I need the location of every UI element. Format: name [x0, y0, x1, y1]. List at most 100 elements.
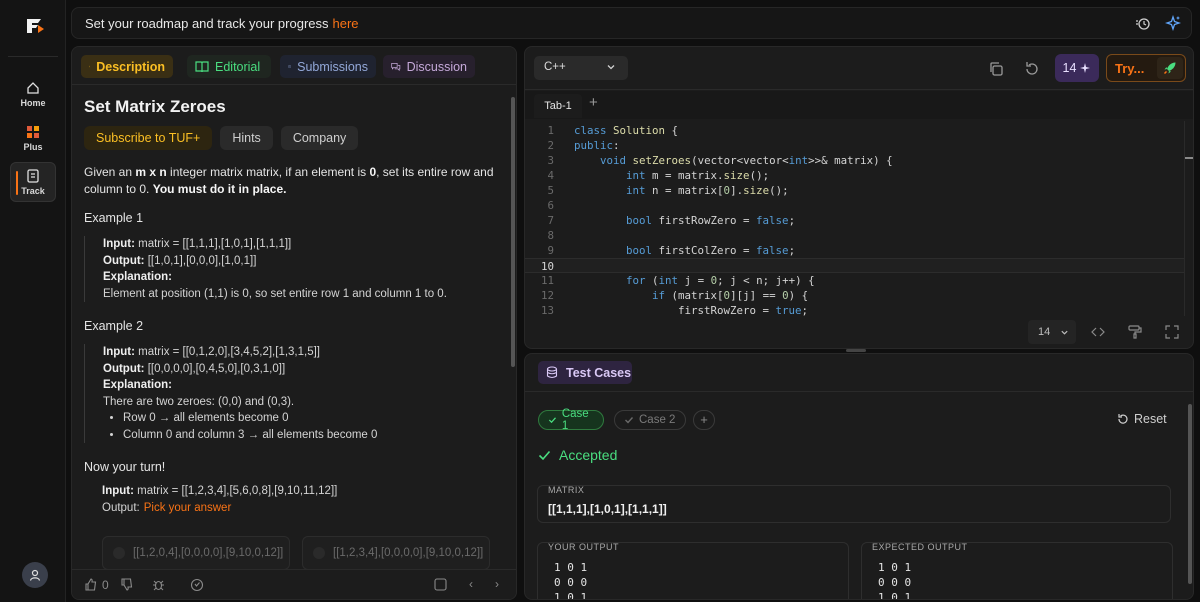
radio-icon	[113, 547, 125, 559]
nav-label-plus: Plus	[23, 141, 43, 152]
run-button[interactable]	[1157, 57, 1183, 79]
example-1-heading: Example 1	[84, 211, 144, 225]
try-button[interactable]: Try...	[1106, 54, 1186, 82]
ai-credits-badge[interactable]: 14	[1055, 54, 1099, 82]
problem-footer: 0 ‹ ›	[72, 569, 516, 599]
add-tab-icon[interactable]: +	[589, 94, 598, 111]
bug-icon[interactable]	[152, 578, 165, 591]
scrollbar[interactable]	[1188, 404, 1192, 584]
nav-rail: Home Plus Track	[0, 0, 66, 602]
ai-sparkle-icon[interactable]	[1165, 15, 1181, 31]
rail-divider	[8, 56, 58, 57]
list-item: Row 0 → all elements become 0	[123, 410, 499, 427]
document-icon	[89, 65, 91, 68]
file-tab[interactable]: Tab-1	[534, 94, 582, 118]
code-area[interactable]: 1 class Solution { 2 public: 3 void setZer…	[525, 121, 1185, 317]
list-item: Column 0 and column 3 → all elements bec…	[123, 427, 499, 444]
add-case-button[interactable]: +	[693, 410, 715, 430]
reset-code-icon[interactable]	[1024, 61, 1040, 77]
code-line: 9 bool firstColZero = false;	[547, 244, 796, 257]
banner-link[interactable]: here	[333, 16, 359, 31]
answer-option[interactable]: [[1,2,3,4],[0,0,0,0],[9,10,0,12]]	[302, 536, 490, 570]
prev-icon[interactable]: ‹	[469, 577, 473, 591]
code-line: 7 bool firstRowZero = false;	[547, 214, 796, 227]
nav-item-track[interactable]: Track	[10, 162, 56, 202]
user-icon	[29, 569, 41, 581]
plus-tiles-icon	[27, 125, 39, 138]
code-line: 12 if (matrix[0][j] == 0) {	[540, 289, 809, 302]
your-output-box: YOUR OUTPUT 1 0 1 0 0 0 1 0 1	[537, 542, 849, 599]
reset-icon	[1118, 414, 1128, 424]
reaction-icon[interactable]	[190, 578, 204, 592]
code-line: 8	[547, 229, 554, 242]
editor-scrollbar[interactable]	[1184, 121, 1193, 316]
chat-icon	[391, 63, 401, 72]
nav-item-home[interactable]: Home	[10, 74, 56, 114]
next-icon[interactable]: ›	[495, 577, 499, 591]
problem-chips: Subscribe to TUF+ Hints Company	[84, 126, 499, 150]
checkbox-icon[interactable]	[434, 578, 447, 591]
format-paint-icon[interactable]	[1128, 325, 1142, 339]
case-1-tab[interactable]: Case 1	[538, 408, 604, 432]
your-turn-heading: Now your turn!	[84, 460, 166, 474]
code-brackets-icon[interactable]	[1091, 325, 1105, 339]
vertical-resizer[interactable]	[846, 349, 866, 352]
your-output-label: YOUR OUTPUT	[548, 542, 620, 552]
result-status: Accepted	[538, 447, 617, 463]
subscribe-button[interactable]: Subscribe to TUF+	[84, 126, 213, 150]
thumbs-up-icon[interactable]	[84, 578, 97, 591]
tab-test-cases[interactable]: Test Cases	[538, 361, 632, 384]
panel-resizer[interactable]	[518, 46, 522, 600]
user-avatar[interactable]	[22, 562, 48, 588]
code-editor-panel: C++ 14 Try... Tab-1 + 1 class Solution { …	[524, 46, 1194, 349]
code-line: 2 public:	[547, 139, 620, 152]
font-size-select[interactable]: 14	[1028, 320, 1076, 344]
example-1: Input: matrix = [[1,1,1],[1,0,1],[1,1,1]…	[84, 236, 499, 302]
nav-label-home: Home	[20, 97, 46, 108]
rocket-icon	[1163, 62, 1176, 75]
tab-description[interactable]: Description	[81, 55, 173, 78]
banner-message: Set your roadmap and track your progress…	[85, 16, 359, 31]
timer-icon[interactable]	[1135, 15, 1151, 31]
test-panel-header: Test Cases	[525, 354, 1193, 392]
matrix-input-box: MATRIX [[1,1,1],[1,0,1],[1,1,1]]	[537, 485, 1171, 523]
logo-icon[interactable]	[24, 15, 46, 37]
sparkle-icon	[1080, 63, 1091, 73]
case-2-tab[interactable]: Case 2	[614, 410, 686, 430]
answer-option[interactable]: [[1,2,0,4],[0,0,0,0],[9,10,0,12]]	[102, 536, 290, 570]
fullscreen-icon[interactable]	[1165, 325, 1179, 339]
check-icon	[548, 417, 556, 424]
book-icon	[195, 61, 209, 73]
example-2: Input: matrix = [[0,1,2,0],[3,4,5,2],[1,…	[84, 344, 499, 443]
problem-content: Set Matrix Zeroes Subscribe to TUF+ Hint…	[84, 97, 499, 516]
chevron-down-icon	[607, 65, 615, 70]
hints-button[interactable]: Hints	[220, 126, 273, 150]
likes-count: 0	[102, 578, 109, 592]
current-code-line: 10	[525, 258, 1185, 273]
active-indicator	[16, 171, 18, 195]
track-icon	[27, 168, 39, 183]
language-select[interactable]: C++	[534, 56, 628, 80]
tab-editorial[interactable]: Editorial	[187, 55, 271, 78]
scrollbar[interactable]	[511, 97, 515, 367]
nav-item-plus[interactable]: Plus	[10, 118, 56, 158]
expected-output-box: EXPECTED OUTPUT 1 0 1 0 0 0 1 0 1	[861, 542, 1173, 599]
copy-icon[interactable]	[988, 61, 1004, 77]
editor-toolbar: C++ 14 Try...	[525, 47, 1193, 90]
problem-statement: Given an m x n integer matrix matrix, if…	[84, 165, 494, 196]
problem-tabs: Description Editorial Submissions Discus…	[72, 47, 516, 85]
answer-options: [[1,2,0,4],[0,0,0,0],[9,10,0,12]] [[1,2,…	[102, 536, 502, 572]
expected-output-label: EXPECTED OUTPUT	[872, 542, 968, 552]
roadmap-banner: Set your roadmap and track your progress…	[71, 7, 1192, 39]
thumbs-down-icon[interactable]	[120, 578, 133, 591]
problem-panel: Description Editorial Submissions Discus…	[71, 46, 517, 600]
matrix-label: MATRIX	[548, 485, 585, 495]
reset-button[interactable]: Reset	[1117, 412, 1167, 426]
check-icon	[625, 417, 634, 424]
check-icon	[538, 450, 551, 460]
company-button[interactable]: Company	[280, 126, 359, 150]
tab-submissions[interactable]: Submissions	[280, 55, 376, 78]
code-line: 3 void setZeroes(vector<vector<int>>& ma…	[547, 154, 893, 167]
tab-discussion[interactable]: Discussion	[383, 55, 475, 78]
nav-label-track: Track	[21, 185, 45, 196]
